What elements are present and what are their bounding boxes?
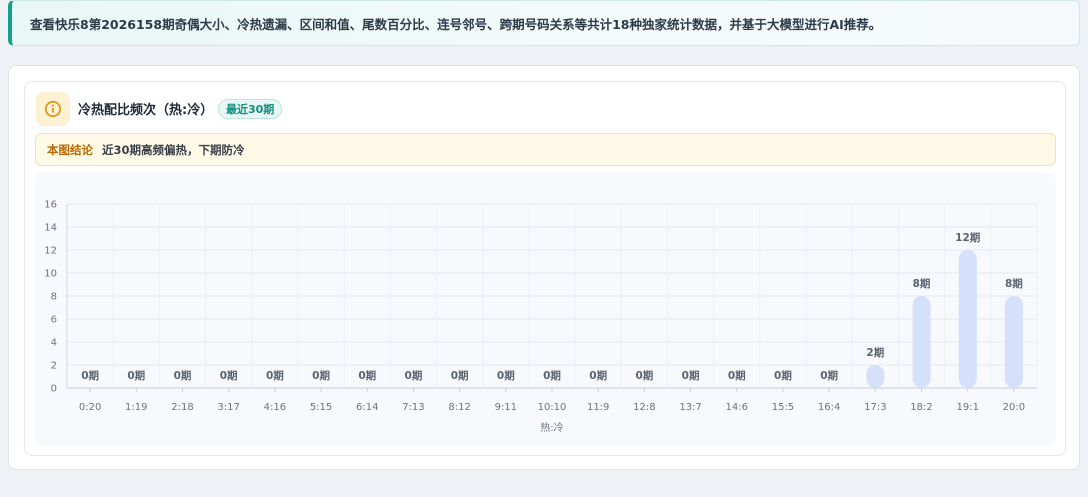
data-label: 0期 [312, 369, 330, 382]
y-tick-label: 14 [44, 223, 57, 234]
data-label: 8期 [913, 277, 931, 290]
data-label: 0期 [174, 369, 192, 382]
bar [958, 250, 977, 388]
data-label: 0期 [543, 369, 561, 382]
data-label: 0期 [81, 369, 99, 382]
x-tick-label: 2:18 [171, 402, 193, 413]
data-label: 8期 [1005, 277, 1023, 290]
data-label: 12期 [955, 231, 980, 244]
bar [912, 296, 931, 388]
x-tick-label: 6:14 [356, 402, 378, 413]
y-tick-label: 8 [51, 292, 57, 303]
period-badge: 最近30期 [218, 99, 283, 119]
data-label: 0期 [589, 369, 607, 382]
data-label: 0期 [266, 369, 284, 382]
x-axis-title: 热:冷 [540, 421, 563, 434]
bar [1004, 296, 1023, 388]
x-tick-label: 9:11 [495, 402, 517, 413]
data-label: 0期 [451, 369, 469, 382]
data-label: 0期 [820, 369, 838, 382]
x-tick-label: 5:15 [310, 402, 332, 413]
x-tick-label: 1:19 [125, 402, 147, 413]
data-label: 0期 [358, 369, 376, 382]
x-tick-label: 17:3 [864, 402, 886, 413]
content-panel: 冷热配比频次（热:冷） 最近30期 本图结论 近30期高频偏热，下期防冷 0 2 4… [8, 65, 1080, 470]
chart-title: 冷热配比频次（热:冷） [78, 103, 214, 118]
y-tick-label: 4 [51, 338, 57, 349]
conclusion-box: 本图结论 近30期高频偏热，下期防冷 [35, 133, 1056, 166]
banner-text: 查看快乐8第2026158期奇偶大小、冷热遗漏、区间和值、尾数百分比、连号邻号、… [30, 16, 882, 32]
data-label: 0期 [220, 369, 238, 382]
x-tick-label: 19:1 [956, 402, 978, 413]
y-tick-label: 12 [44, 246, 57, 257]
conclusion-text: 近30期高频偏热，下期防冷 [102, 142, 245, 157]
x-tick-label: 20:0 [1003, 402, 1025, 413]
data-label: 0期 [682, 369, 700, 382]
x-tick-label: 8:12 [448, 402, 470, 413]
y-tick-label: 6 [51, 315, 57, 326]
x-tick-label: 16:4 [818, 402, 840, 413]
chart-area: 0 2 4 6 8 10 12 14 16 0期 0:20 0期 1:19 0期 2:18 0期 3:17 0期 4… [35, 172, 1056, 445]
bar-chart: 0 2 4 6 8 10 12 14 16 0期 0:20 0期 1:19 0期 2:18 0期 3:17 0期 4… [44, 200, 1038, 434]
data-label: 0期 [774, 369, 792, 382]
x-tick-label: 7:13 [402, 402, 424, 413]
data-label: 0期 [635, 369, 653, 382]
y-tick-label: 16 [44, 200, 57, 211]
y-tick-label: 2 [51, 361, 57, 372]
data-label: 0期 [497, 369, 515, 382]
x-tick-label: 13:7 [679, 402, 701, 413]
conclusion-label: 本图结论 [47, 142, 93, 157]
data-label: 0期 [728, 369, 746, 382]
x-tick-label: 0:20 [79, 402, 101, 413]
x-tick-label: 10:10 [538, 402, 567, 413]
x-tick-label: 3:17 [217, 402, 239, 413]
x-tick-label: 4:16 [264, 402, 286, 413]
data-label: 2期 [866, 346, 884, 359]
info-banner: 查看快乐8第2026158期奇偶大小、冷热遗漏、区间和值、尾数百分比、连号邻号、… [8, 0, 1080, 46]
x-tick-label: 18:2 [910, 402, 932, 413]
x-tick-label: 12:8 [633, 402, 655, 413]
x-tick-label: 14:6 [726, 402, 748, 413]
chart-card: 冷热配比频次（热:冷） 最近30期 本图结论 近30期高频偏热，下期防冷 0 2 4… [24, 81, 1066, 456]
bar [866, 365, 885, 388]
x-tick-label: 15:5 [772, 402, 794, 413]
data-label: 0期 [405, 369, 423, 382]
y-tick-label: 0 [51, 384, 57, 395]
data-label: 0期 [127, 369, 145, 382]
y-tick-label: 10 [44, 269, 57, 280]
info-icon [36, 92, 70, 126]
x-tick-label: 11:9 [587, 402, 609, 413]
